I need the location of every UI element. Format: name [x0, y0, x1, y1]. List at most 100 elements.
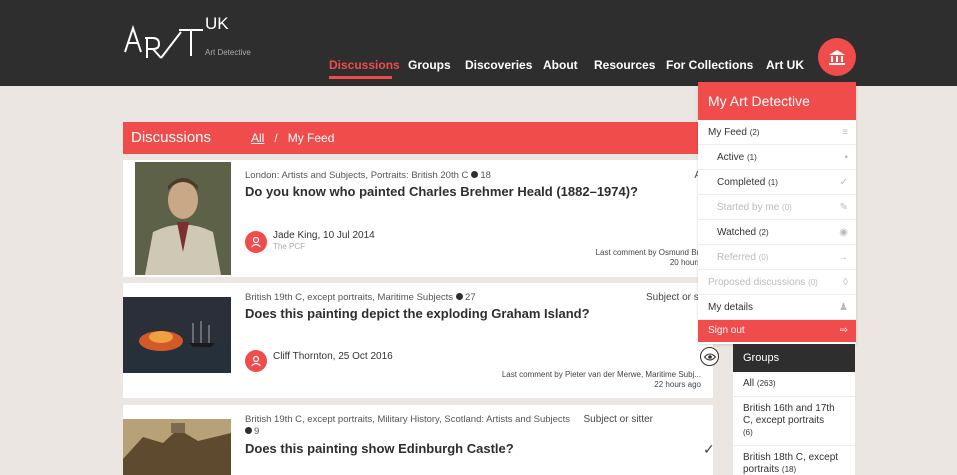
menu-item-label: Referred: [717, 252, 756, 263]
author-avatar[interactable]: [245, 350, 267, 372]
menu-item-completed[interactable]: Completed (1) ✓: [698, 170, 856, 195]
menu-icon: ≡: [842, 127, 848, 138]
card-tags: British 19th C, except portraits, Milita…: [245, 414, 571, 425]
menu-item-count: (0): [808, 278, 818, 287]
comment-count: 9: [254, 426, 260, 437]
group-item-all[interactable]: All (263): [733, 372, 855, 397]
portrait-painting-image: [135, 162, 231, 275]
sign-out-button[interactable]: Sign out ⇨: [698, 320, 856, 342]
last-comment-time: 22 hours ago: [654, 380, 701, 389]
filter-separator: /: [274, 131, 278, 145]
logo-uk-text: UK: [205, 14, 229, 33]
painting-thumbnail[interactable]: [123, 419, 231, 475]
menu-item-my-feed[interactable]: My Feed (2) ≡: [698, 120, 856, 145]
group-item-british-16th-17th[interactable]: British 16th and 17th C, except portrait…: [733, 397, 855, 446]
group-item-british-18th[interactable]: British 18th C, except portraits (18): [733, 446, 855, 475]
comment-count: 27: [465, 292, 476, 303]
nav-resources[interactable]: Resources: [594, 58, 655, 72]
card-organisation: The PCF: [273, 242, 306, 251]
nav-about[interactable]: About: [543, 58, 578, 72]
card-group-label: Subject or sitter: [583, 414, 653, 425]
comment-count-dot: [245, 427, 252, 434]
menu-item-active[interactable]: Active (1) ▪: [698, 145, 856, 170]
nav-discoveries[interactable]: Discoveries: [465, 58, 532, 72]
menu-item-label: Started by me: [717, 202, 780, 213]
user-icon: [251, 355, 261, 367]
card-author[interactable]: Cliff Thornton, 25 Oct 2016: [273, 351, 393, 362]
castle-painting-image: [123, 419, 231, 475]
menu-item-count: (0): [758, 253, 769, 262]
menu-item-count: (0): [782, 203, 792, 212]
discussions-title: Discussions: [131, 129, 212, 146]
menu-item-started-by-me[interactable]: Started by me (0) ✎: [698, 195, 856, 220]
filter-all-link[interactable]: All: [251, 131, 264, 145]
card-tags: London: Artists and Subjects, Portraits:…: [245, 170, 491, 181]
card-title[interactable]: Do you know who painted Charles Brehmer …: [245, 184, 638, 199]
menu-item-label: Proposed discussions: [708, 277, 806, 288]
nav-active-underline: [329, 76, 392, 79]
menu-item-proposed-discussions[interactable]: Proposed discussions (0) ◊: [698, 270, 856, 295]
nav-for-collections[interactable]: For Collections: [666, 58, 753, 72]
discussion-card[interactable]: British 19th C, except portraits, Milita…: [123, 405, 713, 475]
menu-item-watched[interactable]: Watched (2) ◉: [698, 220, 856, 245]
painting-thumbnail[interactable]: [123, 297, 231, 373]
nav-discussions[interactable]: Discussions: [329, 58, 400, 72]
discussions-filter: All / My Feed: [251, 131, 334, 145]
painting-thumbnail[interactable]: [135, 162, 231, 275]
discussion-card[interactable]: British 19th C, except portraits, Mariti…: [123, 283, 713, 398]
top-bar: UK Art Detective Discussions Groups Disc…: [0, 0, 957, 86]
comment-count-dot: [471, 171, 479, 178]
menu-title: My Art Detective: [698, 82, 856, 120]
group-count: (263): [756, 379, 776, 388]
arrow-icon: →: [838, 252, 848, 263]
menu-item-label: My details: [708, 302, 754, 313]
menu-item-count: (1): [747, 153, 757, 162]
my-art-detective-menu: My Art Detective My Feed (2) ≡ Active (1…: [698, 82, 856, 344]
discussion-card[interactable]: London: Artists and Subjects, Portraits:…: [123, 160, 713, 277]
card-tags-text: London: Artists and Subjects, Portraits:…: [245, 170, 469, 181]
card-title[interactable]: Does this painting show Edinburgh Castle…: [245, 441, 514, 456]
card-tags-text: British 19th C, except portraits, Mariti…: [245, 292, 454, 303]
art-logo-mark: [124, 24, 203, 59]
group-label: British 16th and 17th C, except portrait…: [743, 403, 835, 426]
nav-groups[interactable]: Groups: [408, 58, 451, 72]
logo-subtitle: Art Detective: [205, 48, 251, 57]
logout-icon: ⇨: [839, 325, 848, 336]
art-uk-logo[interactable]: UK Art Detective: [123, 14, 263, 72]
nav-art-uk[interactable]: Art UK: [766, 58, 804, 72]
last-comment: Last comment by Osmund Bu: [595, 248, 701, 257]
comment-count: 18: [480, 170, 491, 181]
menu-item-my-details[interactable]: My details ♟: [698, 295, 856, 320]
menu-item-count: (1): [768, 178, 778, 187]
museum-icon: [829, 50, 845, 65]
last-comment-time: 20 hours: [669, 258, 701, 267]
card-group-label: Subject or si: [645, 292, 701, 303]
group-count: (18): [781, 465, 797, 474]
eye-icon: [703, 353, 716, 360]
menu-item-label: Watched: [717, 227, 757, 238]
watch-button[interactable]: [700, 347, 719, 366]
eye-icon: ◉: [839, 227, 848, 238]
my-art-detective-home-button[interactable]: [818, 38, 856, 76]
check-icon: ✓: [839, 177, 848, 188]
filter-my-feed-link[interactable]: My Feed: [288, 131, 335, 145]
card-tags: British 19th C, except portraits, Mariti…: [245, 292, 476, 303]
menu-item-count: (2): [758, 228, 769, 237]
completed-check-icon: ✓: [703, 441, 715, 457]
author-avatar[interactable]: [245, 231, 267, 253]
menu-item-label: Completed: [717, 177, 766, 188]
card-author[interactable]: Jade King, 10 Jul 2014: [273, 230, 375, 241]
groups-title: Groups: [733, 344, 855, 372]
card-title[interactable]: Does this painting depict the exploding …: [245, 306, 590, 321]
menu-item-label: My Feed: [708, 127, 747, 138]
menu-item-count: (2): [749, 128, 760, 137]
user-icon: ♟: [839, 302, 848, 313]
maritime-painting-image: [123, 297, 231, 373]
user-icon: [251, 236, 261, 248]
comment-count-dot: [456, 293, 464, 300]
bulb-icon: ◊: [843, 277, 848, 288]
menu-item-referred[interactable]: Referred (0) →: [698, 245, 856, 270]
discussions-header: Discussions All / My Feed: [123, 122, 723, 154]
groups-panel: Groups All (263) British 16th and 17th C…: [733, 344, 855, 475]
group-count: (6): [743, 428, 753, 437]
